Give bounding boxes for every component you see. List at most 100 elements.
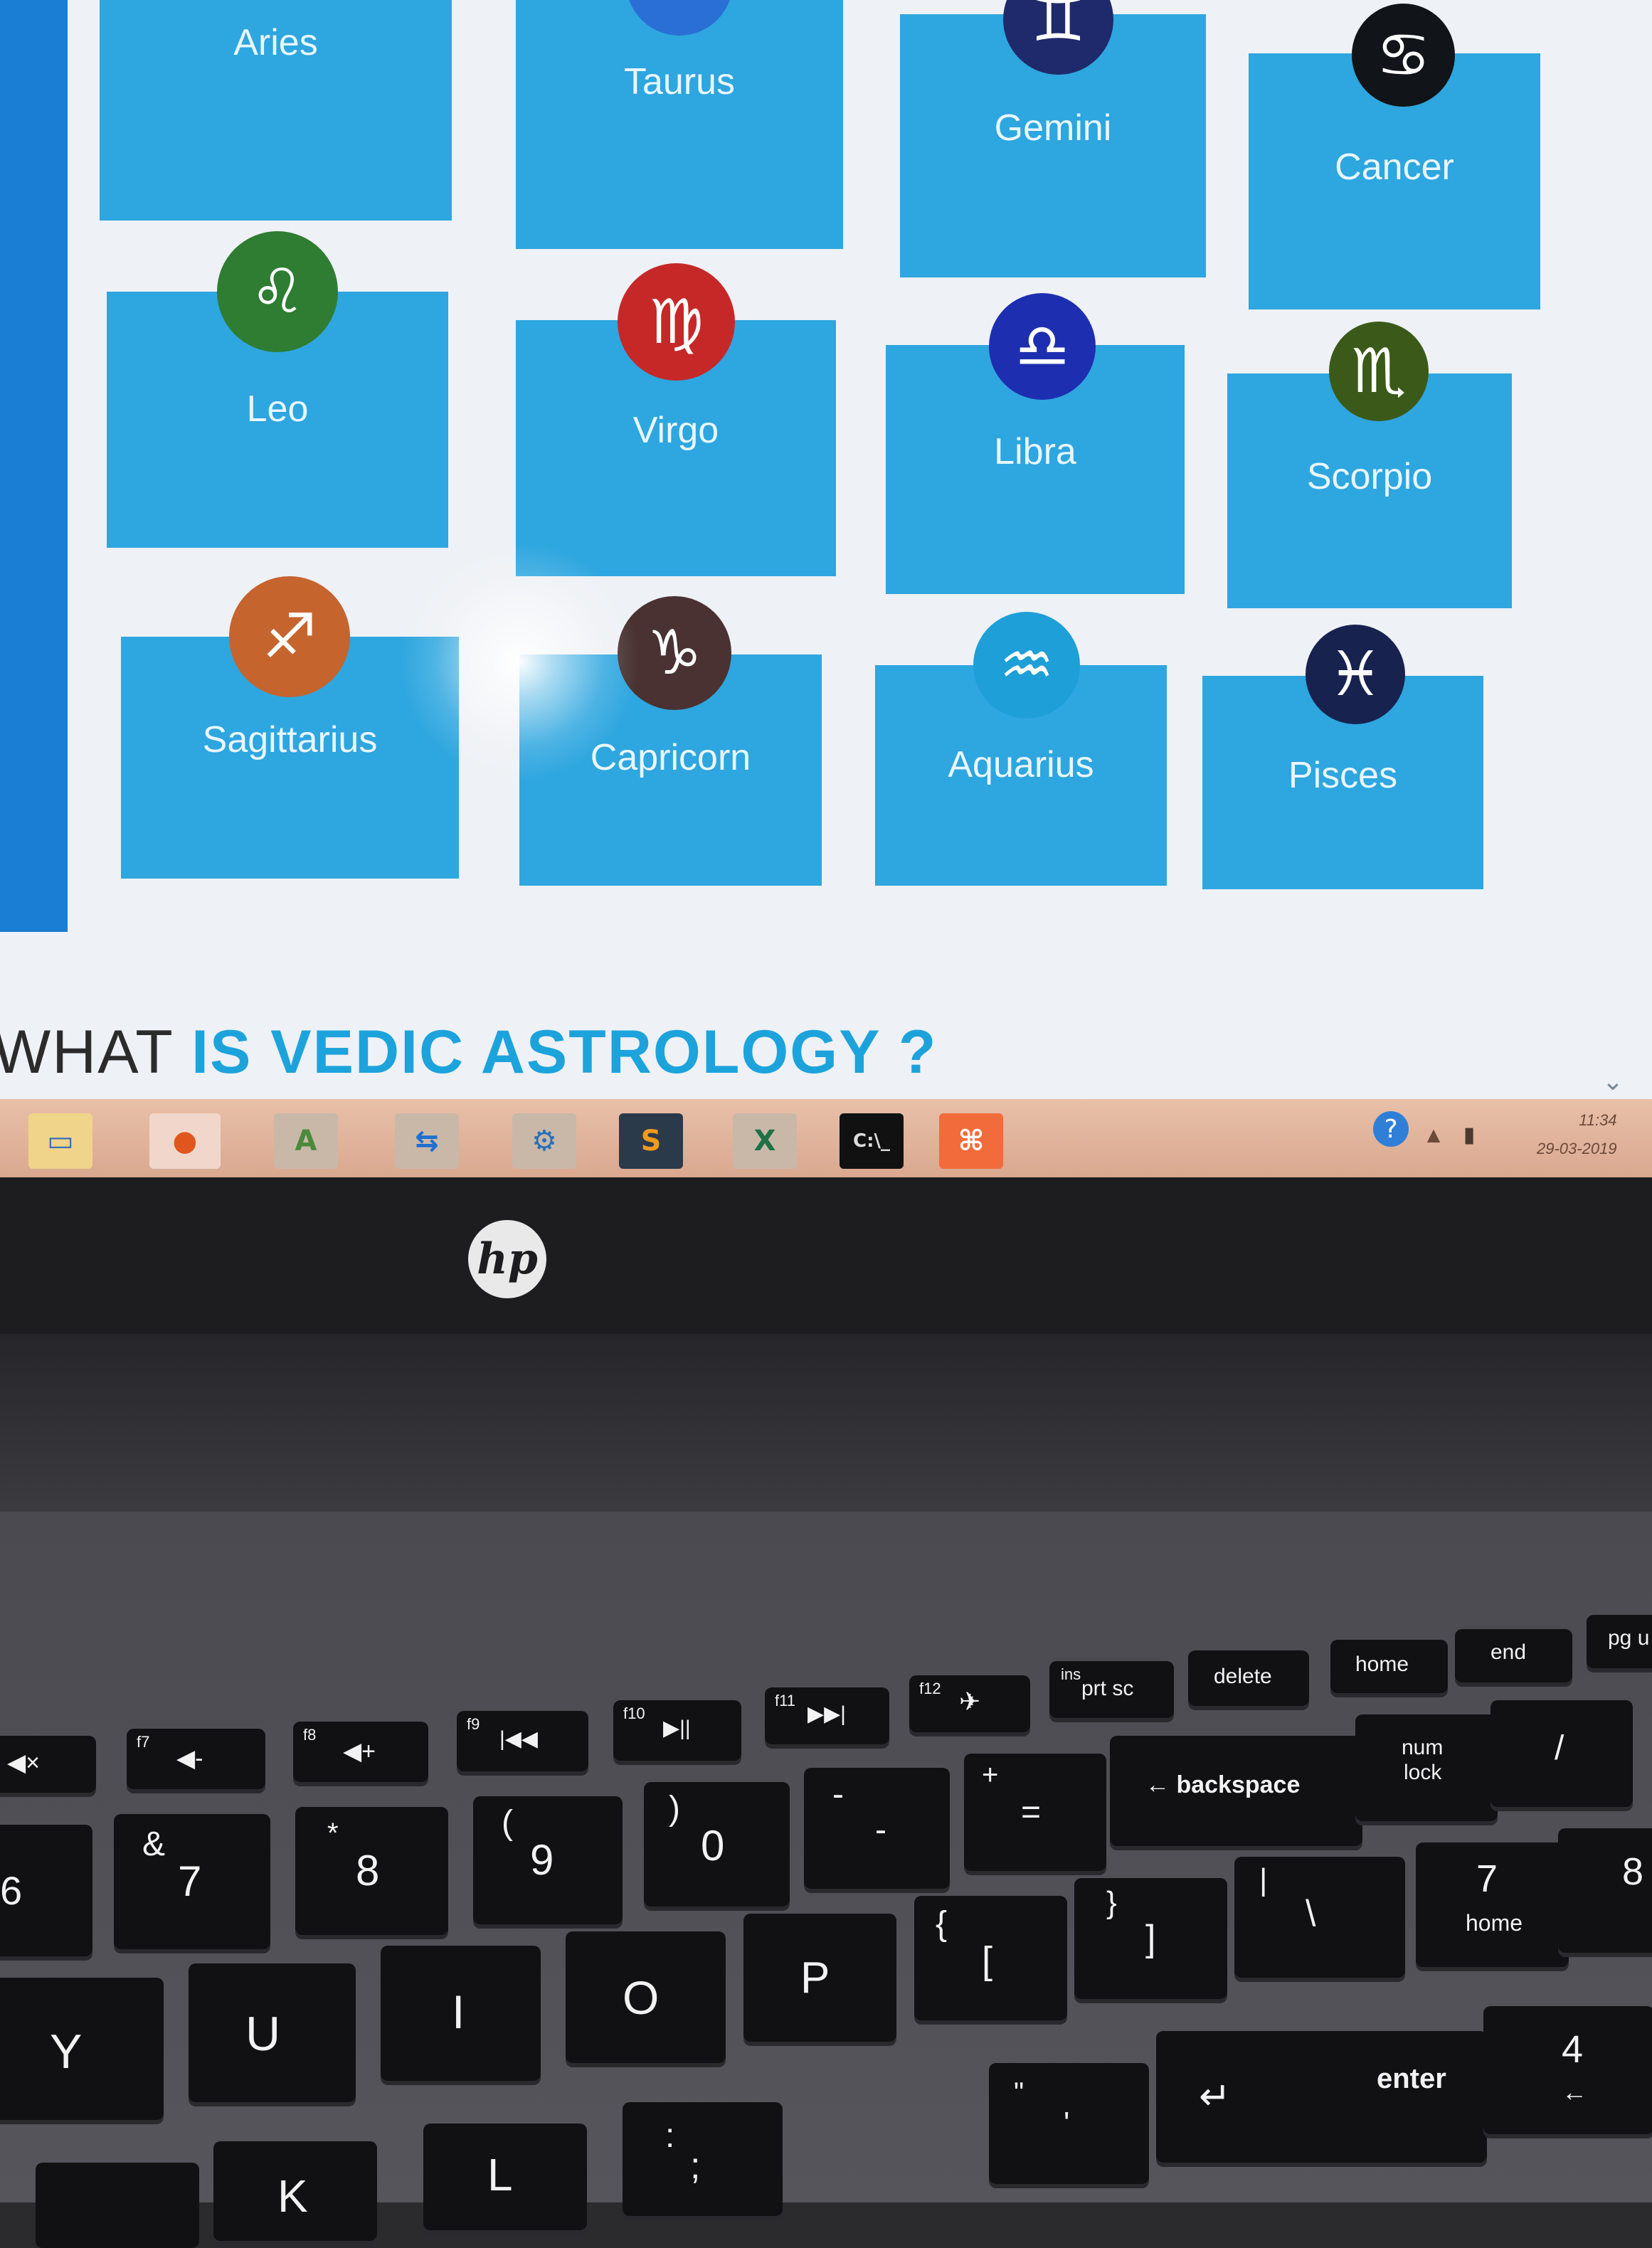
xampp-icon[interactable]: ⌘ xyxy=(939,1113,1003,1169)
key-label: 7 xyxy=(1476,1857,1498,1900)
key-label: P xyxy=(800,1953,830,2003)
airplane-mode-icon: ✈ xyxy=(959,1687,981,1716)
next-track-icon: ▶▶| xyxy=(808,1702,846,1726)
key-bracket-right[interactable]: }] xyxy=(1074,1878,1227,1999)
cancer-symbol: ♋ xyxy=(1375,19,1431,91)
excel-icon[interactable]: X xyxy=(733,1113,797,1169)
leo-sign-icon: ♌ xyxy=(217,231,338,352)
screen-bezel xyxy=(0,1177,1652,1334)
key-prt-sc[interactable]: ins prt sc xyxy=(1049,1661,1174,1718)
battery-icon[interactable]: ▮ xyxy=(1451,1117,1487,1152)
virgo-sign-icon: ♍ xyxy=(618,263,735,381)
key-9[interactable]: (9 xyxy=(473,1796,623,1924)
key-numpad-8[interactable]: 8 xyxy=(1558,1828,1652,1953)
key-J[interactable] xyxy=(36,2163,199,2248)
key-quote[interactable]: " ' xyxy=(989,2063,1149,2184)
capricorn-symbol: ♑ xyxy=(647,617,702,689)
android-studio-icon[interactable]: A xyxy=(274,1113,338,1169)
volume-up-icon: ◀+ xyxy=(343,1738,376,1765)
key-label: home xyxy=(1466,1910,1523,1936)
heading-part-1: WHAT xyxy=(0,1018,192,1086)
tray-expand-icon[interactable]: ▲ xyxy=(1419,1117,1448,1152)
zodiac-card-taurus[interactable]: Taurus xyxy=(516,0,843,249)
key-label: f7 xyxy=(137,1733,150,1751)
key-I[interactable]: I xyxy=(381,1946,541,2081)
key-numpad-4[interactable]: 4 ← xyxy=(1483,2006,1652,2134)
key-label: | xyxy=(1259,1862,1268,1897)
key-label: [ xyxy=(982,1939,993,1982)
key-pg-up[interactable]: pg u xyxy=(1587,1615,1652,1668)
key-numpad-7[interactable]: 7 home xyxy=(1416,1843,1569,1967)
key-label: } xyxy=(1106,1885,1117,1920)
key-label: delete xyxy=(1214,1665,1272,1688)
key-f9[interactable]: f9 |◀◀ xyxy=(457,1711,588,1771)
key-0[interactable]: ) 0 xyxy=(644,1782,790,1907)
key-label: : xyxy=(665,2117,675,2155)
firefox-icon[interactable]: ● xyxy=(149,1113,221,1169)
key-backspace[interactable]: ← backspace xyxy=(1110,1736,1362,1846)
key-label: f8 xyxy=(303,1726,317,1744)
zodiac-card-aries[interactable]: Aries xyxy=(100,0,452,221)
scorpio-sign-icon: ♏ xyxy=(1329,322,1429,421)
key-bracket-left[interactable]: {[ xyxy=(914,1896,1067,2020)
hp-logo: hp xyxy=(468,1220,546,1298)
key-label: " xyxy=(1014,2077,1024,2109)
sagittarius-symbol: ♐ xyxy=(262,601,317,672)
key-end[interactable]: end xyxy=(1455,1629,1572,1682)
key-6[interactable]: 6 xyxy=(0,1825,92,1956)
teamviewer-icon[interactable]: ⇆ xyxy=(395,1113,459,1169)
key-f11[interactable]: f11 ▶▶| xyxy=(765,1687,889,1744)
clock[interactable]: 11:34 29-03-2019 xyxy=(1537,1106,1617,1163)
key-f12[interactable]: f12 ✈ xyxy=(909,1675,1030,1732)
key-K[interactable]: K xyxy=(213,2141,377,2241)
key-U[interactable]: U xyxy=(189,1963,356,2102)
key-equals[interactable]: + = xyxy=(964,1754,1106,1871)
key-label: O xyxy=(623,1971,660,2024)
key-label: end xyxy=(1490,1640,1527,1664)
key-label: prt sc xyxy=(1081,1677,1134,1700)
file-explorer-icon[interactable]: ▭ xyxy=(28,1113,92,1169)
zodiac-label: Leo xyxy=(246,388,309,430)
key-8[interactable]: * 8 xyxy=(295,1807,448,1935)
key-label: 9 xyxy=(530,1836,554,1884)
key-numpad-slash[interactable]: / xyxy=(1490,1700,1633,1807)
libra-symbol: ♎ xyxy=(1015,311,1070,382)
key-minus[interactable]: -- xyxy=(804,1768,950,1889)
key-label: ← backspace xyxy=(1145,1771,1301,1798)
key-f8[interactable]: f8 ◀+ xyxy=(293,1722,428,1782)
key-label: / xyxy=(1555,1729,1564,1767)
leo-symbol: ♌ xyxy=(250,256,305,327)
key-label: K xyxy=(277,2170,308,2222)
key-Y[interactable]: Y xyxy=(0,1978,164,2120)
key-label: ' xyxy=(1064,2106,1070,2141)
key-f7[interactable]: f7 ◀- xyxy=(127,1729,265,1789)
key-delete[interactable]: delete xyxy=(1188,1650,1309,1706)
key-P[interactable]: P xyxy=(743,1914,896,2042)
command-prompt-icon[interactable]: C:\_ xyxy=(840,1113,904,1169)
help-icon[interactable]: ? xyxy=(1373,1111,1409,1147)
key-enter[interactable]: ↵ enter xyxy=(1156,2031,1487,2163)
key-backslash[interactable]: | \ xyxy=(1234,1857,1405,1978)
zodiac-label: Aquarius xyxy=(948,744,1094,785)
key-label: f9 xyxy=(467,1715,480,1733)
network-tool-icon[interactable]: ⚙ xyxy=(512,1113,576,1169)
previous-track-icon: |◀◀ xyxy=(499,1727,538,1751)
key-7[interactable]: & 7 xyxy=(114,1814,270,1949)
key-L[interactable]: L xyxy=(423,2124,587,2230)
key-label: Y xyxy=(50,2025,83,2079)
sidebar-strip xyxy=(0,0,68,932)
key-label: \ xyxy=(1306,1893,1316,1934)
zodiac-label: Gemini xyxy=(994,107,1112,149)
section-heading: WHAT IS VEDIC ASTROLOGY ? xyxy=(0,1017,937,1088)
sagittarius-sign-icon: ♐ xyxy=(229,576,350,697)
key-O[interactable]: O xyxy=(566,1931,726,2063)
key-label: 8 xyxy=(356,1847,380,1894)
sublime-text-icon[interactable]: S xyxy=(619,1113,683,1169)
key-label: ) xyxy=(669,1790,680,1828)
scroll-down-icon[interactable]: ⌄ xyxy=(1602,1067,1624,1096)
key-home[interactable]: home xyxy=(1330,1640,1448,1693)
key-mute[interactable]: ◀× xyxy=(0,1736,96,1793)
key-num-lock[interactable]: num lock xyxy=(1355,1714,1498,1821)
key-semicolon[interactable]: :; xyxy=(623,2102,783,2216)
key-f10[interactable]: f10 ▶|| xyxy=(613,1700,741,1761)
